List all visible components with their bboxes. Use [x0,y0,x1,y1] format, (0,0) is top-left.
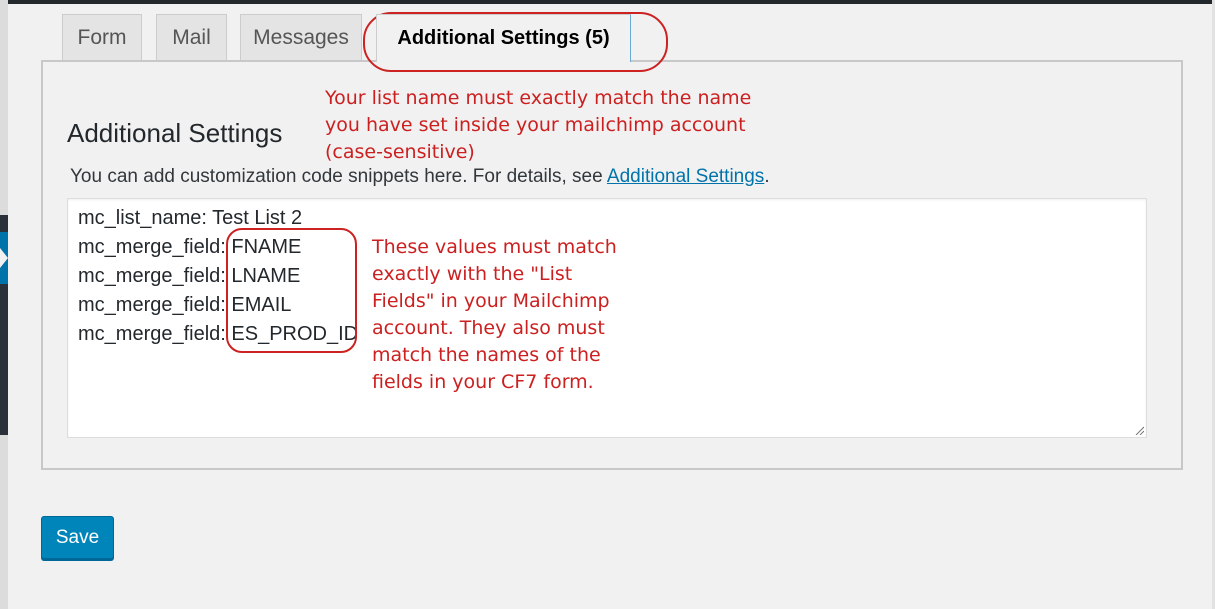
annotation-line: you have set inside your mailchimp accou… [325,114,746,136]
annotation-line: (case-sensitive) [325,141,475,163]
annotation-line: These values must match [372,236,617,258]
code-line: mc_list_name: Test List 2 [78,207,303,229]
code-line: mc_merge_field: EMAIL [78,294,292,316]
list-name-annotation: Your list name must exactly match the na… [325,85,751,166]
save-button[interactable]: Save [41,516,114,559]
admin-top-bar [0,0,1215,4]
section-description: You can add customization code snippets … [70,166,770,188]
description-text: You can add customization code snippets … [70,166,607,187]
annotation-line: fields in your CF7 form. [372,371,594,393]
annotation-line: Fields" in your Mailchimp [372,290,610,312]
merge-fields-annotation: These values must match exactly with the… [372,234,617,396]
admin-sidebar-edge [0,0,8,609]
tab-additional-settings[interactable]: Additional Settings (5) [376,14,631,62]
code-line: mc_merge_field: LNAME [78,265,301,287]
tab-form[interactable]: Form [62,14,142,60]
description-suffix: . [764,166,770,187]
resize-grip-icon[interactable] [1134,425,1144,435]
annotation-line: account. They also must [372,317,605,339]
tab-messages[interactable]: Messages [240,14,362,60]
annotation-line: exactly with the "List [372,263,573,285]
annotation-line: Your list name must exactly match the na… [325,87,752,109]
annotation-line: match the names of the [372,344,601,366]
section-heading: Additional Settings [67,118,283,148]
sidebar-current-arrow [0,248,8,268]
code-line: mc_merge_field: FNAME [78,236,302,258]
tab-mail[interactable]: Mail [156,14,227,60]
additional-settings-link[interactable]: Additional Settings [607,166,764,187]
code-line: mc_merge_field: ES_PROD_ID [78,323,359,345]
